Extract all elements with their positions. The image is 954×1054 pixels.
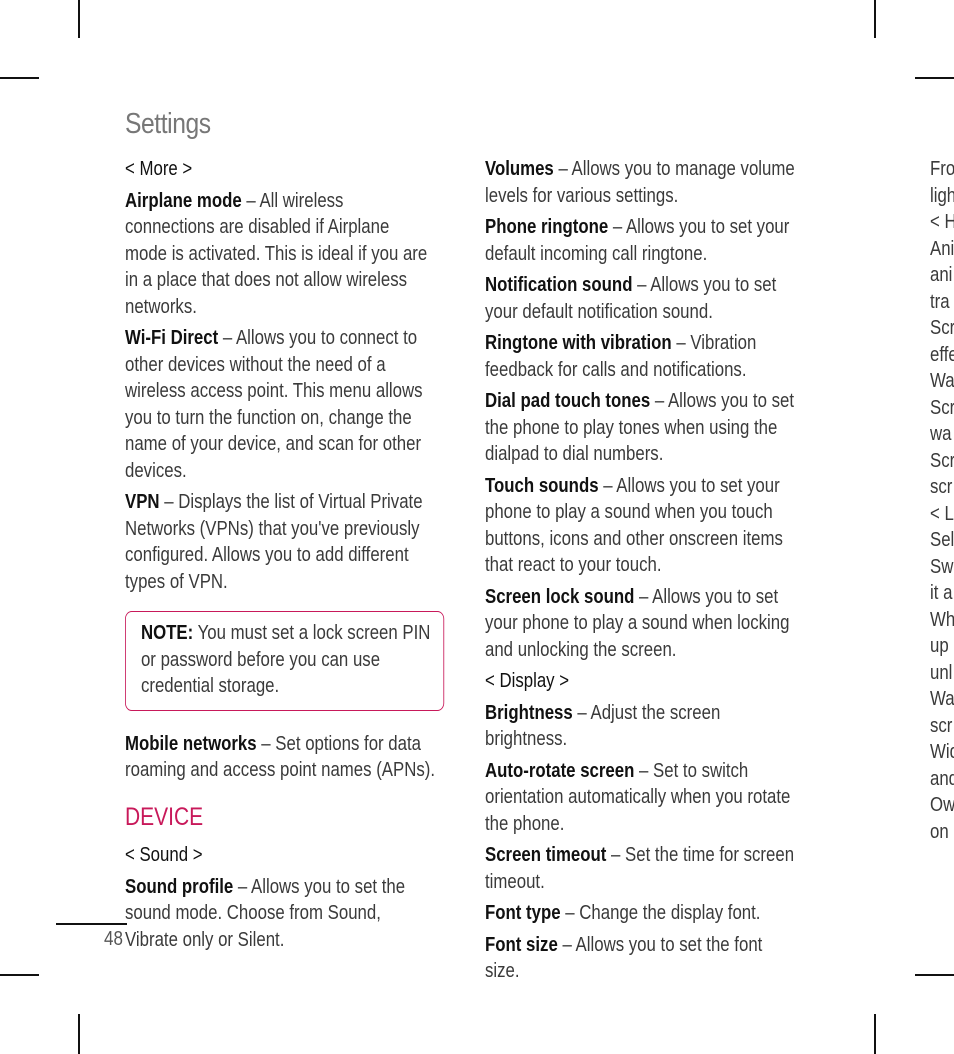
clipped-line: Wid xyxy=(930,741,954,763)
settings-entry: Screen lock sound – Allows you to set yo… xyxy=(485,584,796,664)
settings-entry: Wi-Fi Direct – Allows you to connect to … xyxy=(125,325,436,484)
page-number: 48 xyxy=(104,928,123,950)
clipped-line: < L xyxy=(930,502,954,525)
clipped-line: scr xyxy=(930,714,953,737)
entry-term: Screen lock sound xyxy=(485,585,635,608)
entry-description: – Displays the list of Virtual Private N… xyxy=(125,491,423,593)
clipped-line: wa xyxy=(930,423,952,445)
crop-mark xyxy=(874,0,876,38)
settings-entry: Notification sound – Allows you to set y… xyxy=(485,272,796,325)
clipped-line: Sw xyxy=(930,555,954,578)
crop-mark xyxy=(78,1014,80,1054)
column-2: Volumes – Allows you to manage volume le… xyxy=(485,156,796,990)
entry-term: Sound profile xyxy=(125,875,234,898)
settings-entry: Mobile networks – Set options for data r… xyxy=(125,731,436,784)
crop-mark xyxy=(78,0,80,38)
clipped-line: Scr xyxy=(930,449,954,472)
clipped-line: unl xyxy=(930,661,953,684)
clipped-line: Sel xyxy=(930,529,954,551)
entry-term: Airplane mode xyxy=(125,189,242,212)
entry-term: Notification sound xyxy=(485,274,633,296)
settings-entry: Volumes – Allows you to manage volume le… xyxy=(485,156,796,209)
clipped-line: Wh xyxy=(930,608,954,631)
section-header-display: < Display > xyxy=(485,670,570,692)
clipped-line: tra xyxy=(930,290,950,313)
crop-mark xyxy=(0,77,39,79)
clipped-line: Fro xyxy=(930,158,954,180)
note-box: NOTE: You must set a lock screen PIN or … xyxy=(125,611,445,711)
clipped-line: it a xyxy=(930,582,953,604)
clipped-line: ligh xyxy=(930,184,954,207)
note-label: NOTE: xyxy=(140,622,194,644)
entry-term: Dial pad touch tones xyxy=(485,390,651,412)
entry-term: Touch sounds xyxy=(485,474,599,497)
entry-term: Wi-Fi Direct xyxy=(125,327,219,349)
clipped-line: scr xyxy=(930,476,953,498)
column-1: < More > Airplane mode – All wireless co… xyxy=(125,156,445,958)
page-title: Settings xyxy=(125,108,211,140)
clipped-line: on xyxy=(930,820,949,843)
clipped-line: Ani xyxy=(930,237,954,260)
entry-term: Brightness xyxy=(485,701,573,724)
settings-entry: Screen timeout – Set the time for screen… xyxy=(485,842,796,895)
clipped-line: Scr xyxy=(930,317,954,339)
entry-term: Mobile networks xyxy=(125,732,257,755)
crop-mark xyxy=(915,77,954,79)
crop-mark xyxy=(915,974,954,976)
settings-entry: Dial pad touch tones – Allows you to set… xyxy=(485,388,796,468)
column-3-clipped: Fro ligh < H Ani ani tra Scr effe Wa Scr wa Scr scr <… xyxy=(930,156,954,845)
entry-description: – Allows you to connect to other devices… xyxy=(125,327,423,482)
entry-term: Auto-rotate screen xyxy=(485,759,635,782)
entry-term: Font type xyxy=(485,902,561,924)
clipped-line: and xyxy=(930,767,954,790)
entry-term: Ringtone with vibration xyxy=(485,332,672,354)
settings-entry: Touch sounds – Allows you to set your ph… xyxy=(485,473,796,579)
settings-entry: Airplane mode – All wireless connections… xyxy=(125,188,436,321)
clipped-line: Scr xyxy=(930,396,954,419)
entry-term: Screen timeout xyxy=(485,844,607,866)
settings-entry: Font type – Change the display font. xyxy=(485,900,796,927)
page-number-rule xyxy=(56,923,127,925)
section-header-more: < More > xyxy=(125,158,193,180)
settings-entry: Ringtone with vibration – Vibration feed… xyxy=(485,330,796,383)
clipped-line: Wa xyxy=(930,688,954,710)
section-heading-device: DEVICE xyxy=(125,802,204,831)
section-header-sound: < Sound > xyxy=(125,844,203,866)
clipped-line: ani xyxy=(930,264,953,286)
crop-mark xyxy=(874,1014,876,1054)
clipped-line: < H xyxy=(930,211,954,233)
crop-mark xyxy=(0,974,39,976)
clipped-line: effe xyxy=(930,343,954,366)
clipped-line: Ow xyxy=(930,794,954,816)
settings-entry: VPN – Displays the list of Virtual Priva… xyxy=(125,489,436,595)
entry-description: – Change the display font. xyxy=(560,902,761,924)
settings-entry: Auto-rotate screen – Set to switch orien… xyxy=(485,758,796,838)
settings-entry: Phone ringtone – Allows you to set your … xyxy=(485,214,796,267)
entry-term: VPN xyxy=(125,491,160,513)
settings-entry: Sound profile – Allows you to set the so… xyxy=(125,874,436,954)
settings-entry: Font size – Allows you to set the font s… xyxy=(485,932,796,985)
entry-term: Font size xyxy=(485,933,558,956)
clipped-line: up xyxy=(930,635,949,657)
entry-term: Volumes xyxy=(485,158,554,180)
settings-entry: Brightness – Adjust the screen brightnes… xyxy=(485,700,796,753)
entry-term: Phone ringtone xyxy=(485,216,609,238)
clipped-line: Wa xyxy=(930,370,954,392)
